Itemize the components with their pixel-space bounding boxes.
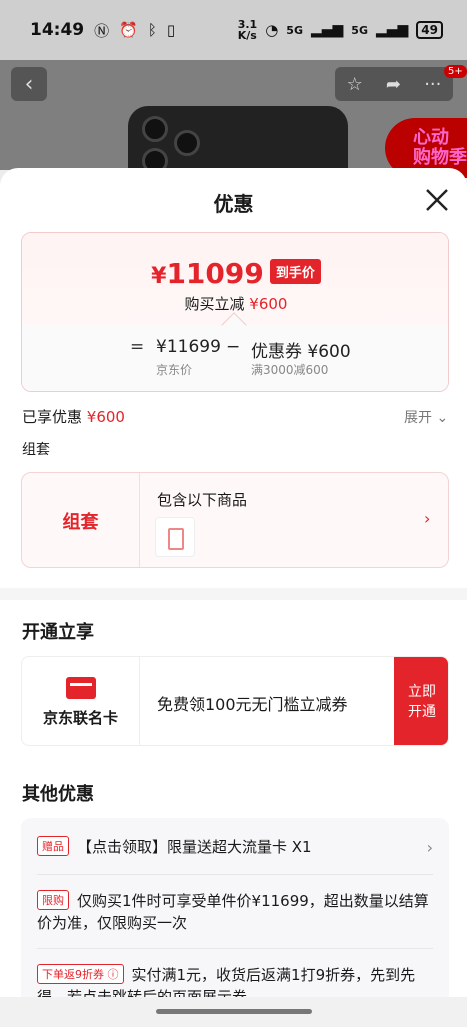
message-count-badge: 5+ <box>444 65 467 78</box>
other-discounts-list: 赠品 【点击领取】限量送超大流量卡 X1 › 限购 仅购买1件时可享受单件价¥116… <box>21 818 449 1027</box>
limit-text: 仅购买1件时可享受单件价¥11699，超出数量以结算价为准，仅限购买一次 <box>37 892 429 932</box>
close-icon[interactable] <box>423 186 451 214</box>
home-gesture-bar[interactable] <box>156 1009 312 1014</box>
other-discounts-title: 其他优惠 <box>22 784 94 805</box>
credit-card-icon <box>65 676 96 699</box>
bluetooth-icon: ᛒ <box>147 21 157 39</box>
list-item[interactable]: 赠品 【点击领取】限量送超大流量卡 X1 › <box>37 836 433 858</box>
status-bar: 14:49 Ⓝ ⏰ ᛒ ▯ 3.1 K/s ◔ 5G ▂▄▆ 5G ▂▄▆ 49 <box>0 0 467 60</box>
enjoyed-label: 已享优惠 <box>22 408 83 426</box>
combo-tag: 组套 <box>22 473 140 567</box>
share-icon[interactable]: ➦ <box>386 74 401 95</box>
system-nav-bar <box>0 997 467 1027</box>
combo-description: 包含以下商品 <box>157 491 248 509</box>
cobrand-card-offer[interactable]: 京东联名卡 免费领100元无门槛立减券 立即开通 <box>21 656 449 746</box>
combo-product-thumbnail <box>155 517 195 557</box>
expand-label: 展开 <box>404 410 432 426</box>
section-divider <box>0 588 467 600</box>
jd-price: ¥11699 <box>156 337 221 357</box>
chevron-right-icon: › <box>426 838 433 857</box>
discount-sheet: 优惠 ¥11099 到手价 购买立减 ¥600 = ¥11699 京东价 − 优惠… <box>0 168 467 1027</box>
limit-badge: 限购 <box>37 890 69 910</box>
jd-price-label: 京东价 <box>156 363 193 377</box>
status-time: 14:49 <box>30 20 85 40</box>
product-image <box>128 106 348 176</box>
equals-sign: = <box>130 337 145 357</box>
coupon-return-badge[interactable]: 下单返9折券 ⓘ <box>37 964 124 984</box>
network-type-2: 5G <box>351 23 368 37</box>
open-card-button[interactable]: 立即开通 <box>394 657 448 745</box>
header-actions: ☆ ➦ ··· <box>335 67 453 101</box>
signal-icon: ▂▄▆ <box>310 22 344 38</box>
signal-icon: ▂▄▆ <box>375 22 409 38</box>
enjoyed-amount: ¥600 <box>86 408 125 426</box>
reduction-amount: ¥600 <box>249 295 288 313</box>
list-item: 限购 仅购买1件时可享受单件价¥11699，超出数量以结算价为准，仅限购买一次 <box>37 890 433 934</box>
vibrate-icon: ▯ <box>166 21 176 39</box>
cobrand-card-name: 京东联名卡 <box>42 708 118 727</box>
sheet-title: 优惠 <box>213 192 254 216</box>
favorite-star-icon[interactable]: ☆ <box>347 74 363 95</box>
divider <box>37 874 433 875</box>
instant-reduction: 购买立减 ¥600 <box>22 293 448 314</box>
reduction-label: 购买立减 <box>184 295 245 313</box>
camera-lens <box>174 130 200 156</box>
combo-section-label: 组套 <box>22 442 50 458</box>
member-section-title: 开通立享 <box>22 622 94 643</box>
alarm-icon: ⏰ <box>119 21 138 39</box>
final-price: ¥11099 到手价 <box>22 257 448 290</box>
coupon-amount: 优惠券 ¥600 <box>251 342 351 362</box>
gift-text: 【点击领取】限量送超大流量卡 X1 <box>77 838 312 856</box>
coupon-rule: 满3000减600 <box>251 363 329 377</box>
network-speed: 3.1 K/s <box>237 18 258 42</box>
minus-sign: − <box>226 337 241 357</box>
enjoyed-discount: 已享优惠 ¥600 <box>22 406 125 427</box>
battery-indicator: 49 <box>416 21 443 39</box>
camera-lens <box>142 116 168 142</box>
nfc-icon: Ⓝ <box>94 21 110 40</box>
wifi-icon: ◔ <box>265 21 279 39</box>
chevron-down-icon: ⌄ <box>436 410 449 426</box>
chevron-right-icon: › <box>424 509 431 528</box>
gift-badge: 赠品 <box>37 836 69 856</box>
more-icon[interactable]: ··· <box>424 74 441 95</box>
final-price-tag: 到手价 <box>269 259 321 284</box>
cobrand-card-benefit: 免费领100元无门槛立减券 <box>157 695 348 714</box>
currency-symbol: ¥ <box>151 264 167 289</box>
chevron-left-icon: ‹ <box>24 71 34 97</box>
final-price-amount: 11099 <box>166 257 264 290</box>
price-summary-card: ¥11099 到手价 购买立减 ¥600 = ¥11699 京东价 − 优惠券 ¥… <box>21 232 449 392</box>
combo-card[interactable]: 组套 包含以下商品 › <box>21 472 449 568</box>
expand-button[interactable]: 展开 ⌄ <box>404 407 448 427</box>
back-button[interactable]: ‹ <box>11 67 47 101</box>
cobrand-card-info: 京东联名卡 <box>22 657 140 745</box>
divider <box>37 948 433 949</box>
network-type-1: 5G <box>286 23 303 37</box>
